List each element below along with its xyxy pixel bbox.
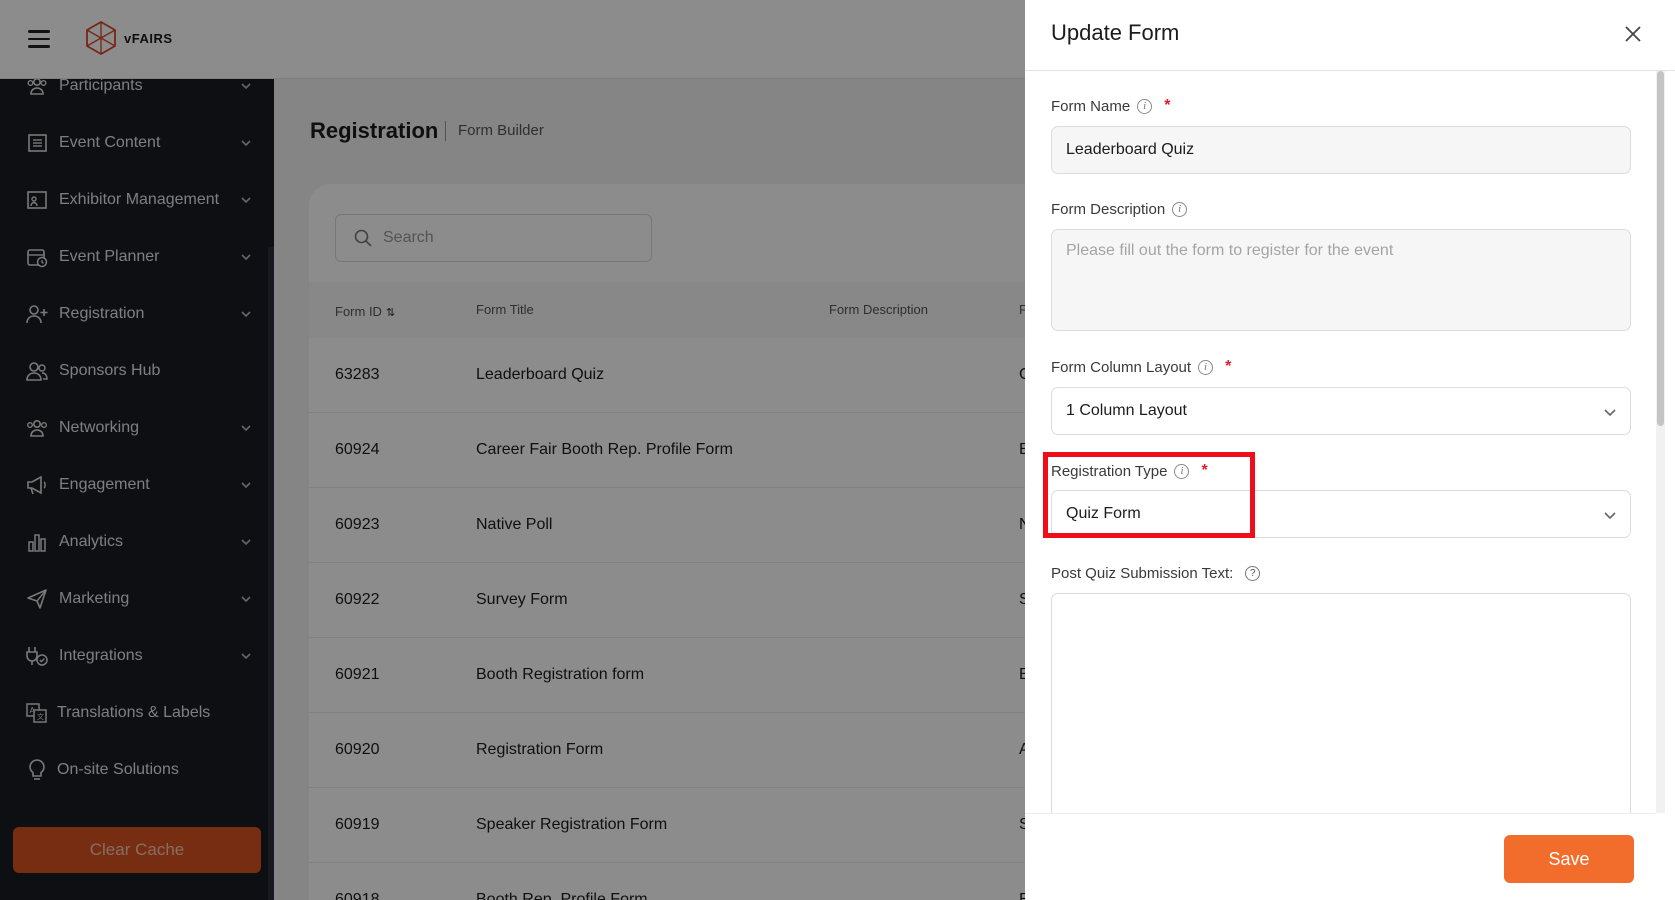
label-text: Post Quiz Submission Text: (1051, 565, 1234, 582)
highlight-box (1043, 452, 1255, 538)
form-description-field[interactable]: Please fill out the form to register for… (1051, 229, 1631, 331)
drawer-header: Update Form (1025, 0, 1675, 71)
help-icon[interactable]: ? (1245, 566, 1261, 581)
column-layout-label: Form Column Layout i * (1051, 358, 1231, 376)
drawer-title: Update Form (1051, 20, 1180, 45)
modal-backdrop[interactable] (0, 0, 1025, 900)
post-quiz-label: Post Quiz Submission Text: ? (1051, 565, 1261, 582)
update-form-drawer: Update Form Form Name i * Leaderboard Qu… (1025, 0, 1675, 900)
required-marker: * (1164, 97, 1171, 114)
form-name-field[interactable]: Leaderboard Quiz (1051, 126, 1631, 174)
save-button[interactable]: Save (1504, 835, 1634, 883)
info-icon[interactable]: i (1198, 359, 1214, 375)
form-name-label: Form Name i * (1051, 97, 1170, 115)
chevron-down-icon (1604, 512, 1616, 520)
form-description-label: Form Description i (1051, 201, 1188, 218)
required-marker: * (1225, 358, 1232, 375)
info-icon[interactable]: i (1137, 98, 1153, 114)
chevron-down-icon (1604, 409, 1616, 417)
close-icon[interactable] (1622, 23, 1644, 45)
label-text: Form Name (1051, 97, 1131, 115)
post-quiz-text-editor[interactable] (1051, 593, 1631, 823)
label-text: Form Description (1051, 201, 1166, 218)
column-layout-select[interactable]: 1 Column Layout (1051, 387, 1631, 435)
scrollbar-thumb[interactable] (1657, 71, 1664, 426)
drawer-footer: Save (1025, 813, 1655, 900)
label-text: Form Column Layout (1051, 358, 1192, 376)
select-value: 1 Column Layout (1066, 402, 1187, 419)
info-icon[interactable]: i (1172, 202, 1188, 217)
drawer-scrollbar[interactable] (1656, 71, 1665, 813)
